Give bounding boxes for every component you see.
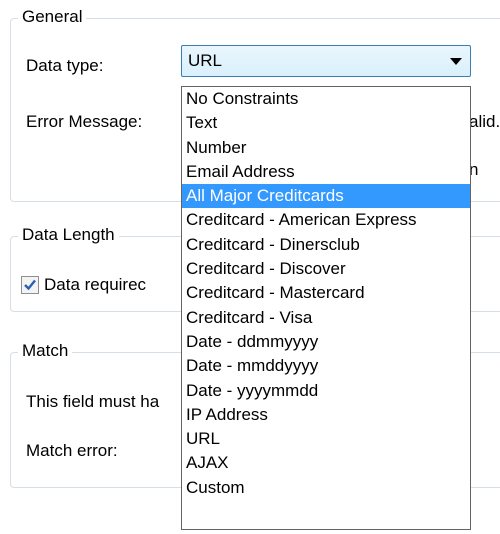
dropdown-option[interactable]: All Major Creditcards xyxy=(182,184,470,209)
data-required-checkbox[interactable] xyxy=(21,276,39,294)
checkmark-icon xyxy=(24,279,36,291)
data-length-group-title: Data Length xyxy=(18,225,119,245)
dropdown-option[interactable]: Date - ddmmyyyy xyxy=(182,330,470,354)
match-error-label: Match error: xyxy=(26,441,118,460)
general-group-title: General xyxy=(18,7,87,27)
error-message-label: Error Message: xyxy=(26,112,143,131)
dropdown-option[interactable]: URL xyxy=(182,427,470,451)
data-type-dropdown-list[interactable]: No Constraints Text Number Email Address All… xyxy=(181,86,471,530)
dropdown-option[interactable]: Creditcard - Dinersclub xyxy=(182,233,470,257)
dropdown-option[interactable]: Text xyxy=(182,111,470,135)
dropdown-option[interactable]: Custom xyxy=(182,476,470,500)
data-required-label[interactable]: Data requirec xyxy=(44,275,146,295)
dropdown-option[interactable]: IP Address xyxy=(182,403,470,427)
dropdown-option[interactable]: Number xyxy=(182,136,470,160)
data-type-value: URL xyxy=(188,51,223,70)
error-message-field[interactable]: alid. xyxy=(469,112,500,132)
dropdown-option[interactable]: Email Address xyxy=(182,160,470,184)
must-have-label: This field must ha xyxy=(26,392,160,411)
data-type-select[interactable]: URL xyxy=(181,45,471,77)
dropdown-option[interactable]: AJAX xyxy=(182,451,470,475)
match-group-title: Match xyxy=(18,341,73,361)
dropdown-option[interactable]: Creditcard - Visa xyxy=(182,306,470,330)
dropdown-option[interactable]: Date - mmddyyyy xyxy=(182,354,470,378)
dropdown-option[interactable]: Date - yyyymmdd xyxy=(182,379,470,403)
chevron-down-icon[interactable] xyxy=(450,58,462,65)
dropdown-option[interactable]: Creditcard - Mastercard xyxy=(182,281,470,305)
dropdown-option[interactable]: Creditcard - American Express xyxy=(182,208,470,232)
data-type-label: Data type: xyxy=(26,56,104,75)
dropdown-option[interactable]: No Constraints xyxy=(182,87,470,111)
dropdown-option[interactable]: Creditcard - Discover xyxy=(182,257,470,281)
